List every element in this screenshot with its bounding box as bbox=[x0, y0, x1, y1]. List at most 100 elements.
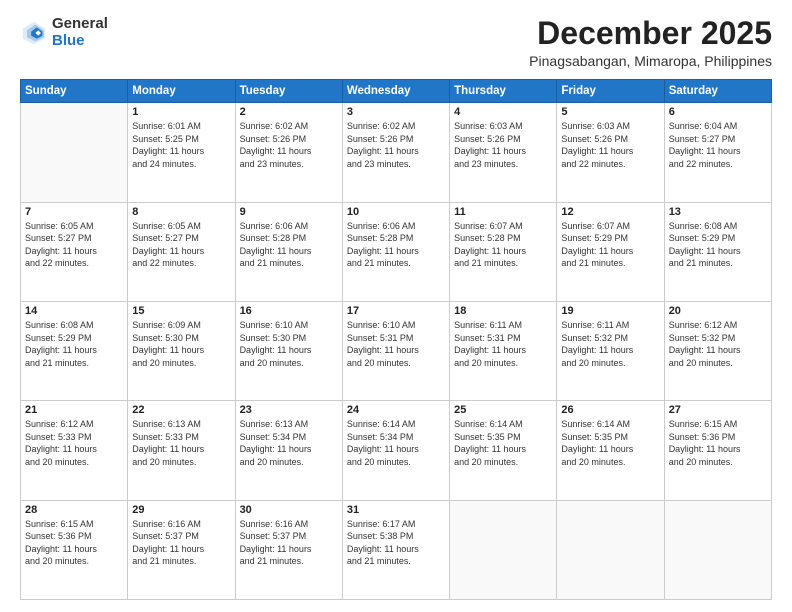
calendar-header-thursday: Thursday bbox=[450, 80, 557, 103]
day-number: 26 bbox=[561, 404, 659, 416]
calendar-week-row: 21 Sunrise: 6:12 AMSunset: 5:33 PMDayligh… bbox=[21, 401, 772, 500]
header: General Blue December 2025 Pinagsabangan… bbox=[20, 16, 772, 69]
calendar-week-row: 7 Sunrise: 6:05 AMSunset: 5:27 PMDaylight… bbox=[21, 202, 772, 301]
day-number: 18 bbox=[454, 305, 552, 317]
day-info: Sunrise: 6:11 AMSunset: 5:31 PMDaylight:… bbox=[454, 319, 552, 369]
calendar-cell: 12 Sunrise: 6:07 AMSunset: 5:29 PMDayligh… bbox=[557, 202, 664, 301]
day-number: 1 bbox=[132, 106, 230, 118]
logo-text: General Blue bbox=[52, 16, 108, 49]
day-info: Sunrise: 6:14 AMSunset: 5:35 PMDaylight:… bbox=[454, 418, 552, 468]
calendar-cell bbox=[557, 500, 664, 599]
calendar-cell bbox=[21, 103, 128, 202]
calendar-header-friday: Friday bbox=[557, 80, 664, 103]
day-number: 5 bbox=[561, 106, 659, 118]
day-info: Sunrise: 6:15 AMSunset: 5:36 PMDaylight:… bbox=[25, 518, 123, 568]
day-info: Sunrise: 6:13 AMSunset: 5:33 PMDaylight:… bbox=[132, 418, 230, 468]
day-number: 16 bbox=[240, 305, 338, 317]
logo-icon bbox=[20, 19, 48, 47]
day-info: Sunrise: 6:04 AMSunset: 5:27 PMDaylight:… bbox=[669, 120, 767, 170]
day-info: Sunrise: 6:03 AMSunset: 5:26 PMDaylight:… bbox=[454, 120, 552, 170]
day-info: Sunrise: 6:12 AMSunset: 5:32 PMDaylight:… bbox=[669, 319, 767, 369]
calendar-cell: 27 Sunrise: 6:15 AMSunset: 5:36 PMDayligh… bbox=[664, 401, 771, 500]
calendar-header-wednesday: Wednesday bbox=[342, 80, 449, 103]
calendar-week-row: 1 Sunrise: 6:01 AMSunset: 5:25 PMDaylight… bbox=[21, 103, 772, 202]
calendar-cell bbox=[664, 500, 771, 599]
day-number: 2 bbox=[240, 106, 338, 118]
calendar-cell: 20 Sunrise: 6:12 AMSunset: 5:32 PMDayligh… bbox=[664, 301, 771, 400]
day-info: Sunrise: 6:10 AMSunset: 5:31 PMDaylight:… bbox=[347, 319, 445, 369]
calendar-cell: 18 Sunrise: 6:11 AMSunset: 5:31 PMDayligh… bbox=[450, 301, 557, 400]
day-number: 21 bbox=[25, 404, 123, 416]
day-number: 9 bbox=[240, 206, 338, 218]
day-number: 31 bbox=[347, 504, 445, 516]
day-number: 11 bbox=[454, 206, 552, 218]
day-number: 13 bbox=[669, 206, 767, 218]
day-info: Sunrise: 6:16 AMSunset: 5:37 PMDaylight:… bbox=[240, 518, 338, 568]
day-info: Sunrise: 6:11 AMSunset: 5:32 PMDaylight:… bbox=[561, 319, 659, 369]
day-info: Sunrise: 6:14 AMSunset: 5:34 PMDaylight:… bbox=[347, 418, 445, 468]
calendar-cell: 25Sunrise: 6:14 AMSunset: 5:35 PMDayligh… bbox=[450, 401, 557, 500]
calendar-cell: 29 Sunrise: 6:16 AMSunset: 5:37 PMDayligh… bbox=[128, 500, 235, 599]
calendar-cell: 15 Sunrise: 6:09 AMSunset: 5:30 PMDayligh… bbox=[128, 301, 235, 400]
calendar-cell: 31 Sunrise: 6:17 AMSunset: 5:38 PMDayligh… bbox=[342, 500, 449, 599]
day-number: 29 bbox=[132, 504, 230, 516]
logo-general-text: General bbox=[52, 16, 108, 33]
day-info: Sunrise: 6:07 AMSunset: 5:29 PMDaylight:… bbox=[561, 220, 659, 270]
calendar-cell bbox=[450, 500, 557, 599]
day-number: 22 bbox=[132, 404, 230, 416]
calendar-header-row: SundayMondayTuesdayWednesdayThursdayFrid… bbox=[21, 80, 772, 103]
day-number: 24 bbox=[347, 404, 445, 416]
day-number: 20 bbox=[669, 305, 767, 317]
day-number: 6 bbox=[669, 106, 767, 118]
calendar-cell: 28 Sunrise: 6:15 AMSunset: 5:36 PMDayligh… bbox=[21, 500, 128, 599]
calendar-header-sunday: Sunday bbox=[21, 80, 128, 103]
day-number: 23 bbox=[240, 404, 338, 416]
day-info: Sunrise: 6:05 AMSunset: 5:27 PMDaylight:… bbox=[132, 220, 230, 270]
calendar-cell: 3 Sunrise: 6:02 AMSunset: 5:26 PMDaylight… bbox=[342, 103, 449, 202]
day-info: Sunrise: 6:16 AMSunset: 5:37 PMDaylight:… bbox=[132, 518, 230, 568]
day-info: Sunrise: 6:02 AMSunset: 5:26 PMDaylight:… bbox=[347, 120, 445, 170]
day-number: 4 bbox=[454, 106, 552, 118]
calendar-cell: 16 Sunrise: 6:10 AMSunset: 5:30 PMDayligh… bbox=[235, 301, 342, 400]
calendar-cell: 2Sunrise: 6:02 AMSunset: 5:26 PMDaylight… bbox=[235, 103, 342, 202]
calendar-cell: 13 Sunrise: 6:08 AMSunset: 5:29 PMDayligh… bbox=[664, 202, 771, 301]
day-info: Sunrise: 6:01 AMSunset: 5:25 PMDaylight:… bbox=[132, 120, 230, 170]
day-number: 17 bbox=[347, 305, 445, 317]
day-number: 7 bbox=[25, 206, 123, 218]
calendar-cell: 8Sunrise: 6:05 AMSunset: 5:27 PMDaylight… bbox=[128, 202, 235, 301]
calendar-header-saturday: Saturday bbox=[664, 80, 771, 103]
calendar-cell: 7 Sunrise: 6:05 AMSunset: 5:27 PMDaylight… bbox=[21, 202, 128, 301]
day-info: Sunrise: 6:09 AMSunset: 5:30 PMDaylight:… bbox=[132, 319, 230, 369]
calendar-cell: 19 Sunrise: 6:11 AMSunset: 5:32 PMDayligh… bbox=[557, 301, 664, 400]
calendar-cell: 5 Sunrise: 6:03 AMSunset: 5:26 PMDaylight… bbox=[557, 103, 664, 202]
calendar-table: SundayMondayTuesdayWednesdayThursdayFrid… bbox=[20, 79, 772, 600]
calendar-cell: 21 Sunrise: 6:12 AMSunset: 5:33 PMDayligh… bbox=[21, 401, 128, 500]
month-title: December 2025 bbox=[529, 16, 772, 51]
day-info: Sunrise: 6:08 AMSunset: 5:29 PMDaylight:… bbox=[669, 220, 767, 270]
calendar-cell: 10Sunrise: 6:06 AMSunset: 5:28 PMDayligh… bbox=[342, 202, 449, 301]
calendar-cell: 14 Sunrise: 6:08 AMSunset: 5:29 PMDayligh… bbox=[21, 301, 128, 400]
title-section: December 2025 Pinagsabangan, Mimaropa, P… bbox=[529, 16, 772, 69]
day-number: 12 bbox=[561, 206, 659, 218]
location: Pinagsabangan, Mimaropa, Philippines bbox=[529, 53, 772, 69]
day-info: Sunrise: 6:07 AMSunset: 5:28 PMDaylight:… bbox=[454, 220, 552, 270]
day-number: 3 bbox=[347, 106, 445, 118]
day-info: Sunrise: 6:17 AMSunset: 5:38 PMDaylight:… bbox=[347, 518, 445, 568]
day-number: 28 bbox=[25, 504, 123, 516]
day-info: Sunrise: 6:10 AMSunset: 5:30 PMDaylight:… bbox=[240, 319, 338, 369]
day-info: Sunrise: 6:12 AMSunset: 5:33 PMDaylight:… bbox=[25, 418, 123, 468]
day-number: 19 bbox=[561, 305, 659, 317]
calendar-header-monday: Monday bbox=[128, 80, 235, 103]
day-info: Sunrise: 6:03 AMSunset: 5:26 PMDaylight:… bbox=[561, 120, 659, 170]
day-number: 14 bbox=[25, 305, 123, 317]
calendar-cell: 26Sunrise: 6:14 AMSunset: 5:35 PMDayligh… bbox=[557, 401, 664, 500]
calendar-cell: 17 Sunrise: 6:10 AMSunset: 5:31 PMDayligh… bbox=[342, 301, 449, 400]
calendar-cell: 23Sunrise: 6:13 AMSunset: 5:34 PMDayligh… bbox=[235, 401, 342, 500]
day-number: 15 bbox=[132, 305, 230, 317]
day-info: Sunrise: 6:05 AMSunset: 5:27 PMDaylight:… bbox=[25, 220, 123, 270]
calendar-cell: 24 Sunrise: 6:14 AMSunset: 5:34 PMDayligh… bbox=[342, 401, 449, 500]
day-info: Sunrise: 6:15 AMSunset: 5:36 PMDaylight:… bbox=[669, 418, 767, 468]
calendar-cell: 6 Sunrise: 6:04 AMSunset: 5:27 PMDaylight… bbox=[664, 103, 771, 202]
day-number: 27 bbox=[669, 404, 767, 416]
day-info: Sunrise: 6:08 AMSunset: 5:29 PMDaylight:… bbox=[25, 319, 123, 369]
